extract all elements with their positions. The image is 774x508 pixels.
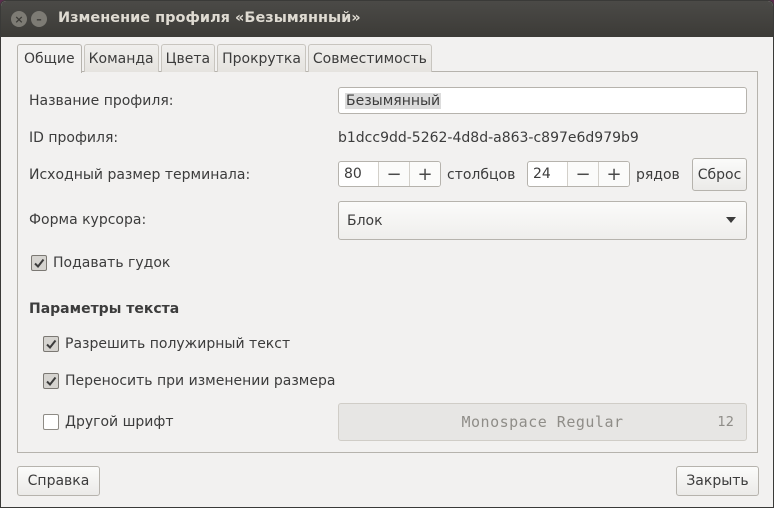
rewrap-checkbox[interactable] xyxy=(43,373,59,389)
tab-bar: Общие Команда Цвета Прокрутка Совместимо… xyxy=(17,44,434,73)
columns-decrement-button[interactable]: − xyxy=(378,162,409,186)
checkmark-icon xyxy=(46,376,57,387)
tab-command[interactable]: Команда xyxy=(83,44,159,72)
checkmark-icon xyxy=(46,339,57,350)
profile-name-label: Название профиля: xyxy=(29,93,174,109)
rows-input[interactable]: 24 xyxy=(528,162,567,186)
columns-input[interactable]: 80 xyxy=(339,162,378,186)
columns-spinbutton: 80 − + xyxy=(338,161,441,187)
rows-unit-label: рядов xyxy=(636,167,680,183)
minimize-window-icon[interactable]: – xyxy=(31,11,47,27)
window-title: Изменение профиля «Безымянный» xyxy=(58,10,361,26)
profile-name-value: Безымянный xyxy=(345,92,442,109)
close-window-icon[interactable]: × xyxy=(11,11,27,27)
cursor-shape-value: Блок xyxy=(347,212,383,229)
tab-compatibility[interactable]: Совместимость xyxy=(307,44,432,72)
custom-font-label: Другой шрифт xyxy=(65,414,174,430)
allow-bold-checkbox[interactable] xyxy=(43,336,59,352)
cursor-shape-label: Форма курсора: xyxy=(29,212,147,228)
rows-increment-button[interactable]: + xyxy=(598,162,629,186)
profile-id-value: b1dcc9dd-5262-4d8d-a863-c897e6d979b9 xyxy=(338,130,639,146)
profile-name-input[interactable]: Безымянный xyxy=(338,87,747,114)
font-name: Monospace Regular xyxy=(461,413,624,431)
tab-scrolling[interactable]: Прокрутка xyxy=(217,44,306,72)
profile-preferences-window: × – Изменение профиля «Безымянный» Общие… xyxy=(0,0,774,508)
terminal-size-label: Исходный размер терминала: xyxy=(29,167,251,183)
rows-spinbutton: 24 − + xyxy=(527,161,630,187)
columns-increment-button[interactable]: + xyxy=(409,162,440,186)
cursor-shape-select[interactable]: Блок xyxy=(338,201,747,240)
allow-bold-label: Разрешить полужирный текст xyxy=(65,336,291,352)
columns-unit-label: столбцов xyxy=(447,167,516,183)
profile-id-label: ID профиля: xyxy=(29,130,119,146)
font-size: 12 xyxy=(717,414,734,430)
text-params-heading: Параметры текста xyxy=(29,301,180,317)
beep-checkbox[interactable] xyxy=(31,255,47,271)
tab-general[interactable]: Общие xyxy=(17,44,82,73)
reset-size-button[interactable]: Сброс xyxy=(692,158,747,191)
chevron-down-icon xyxy=(726,217,736,223)
rewrap-label: Переносить при изменении размера xyxy=(65,373,336,389)
font-chooser-button: Monospace Regular 12 xyxy=(338,403,747,441)
help-button[interactable]: Справка xyxy=(17,466,100,496)
checkmark-icon xyxy=(34,258,45,269)
titlebar: × – Изменение профиля «Безымянный» xyxy=(1,1,773,37)
tab-colors[interactable]: Цвета xyxy=(160,44,216,72)
close-button[interactable]: Закрыть xyxy=(676,466,759,496)
rows-decrement-button[interactable]: − xyxy=(567,162,598,186)
beep-label: Подавать гудок xyxy=(53,255,171,271)
custom-font-checkbox[interactable] xyxy=(43,414,59,430)
